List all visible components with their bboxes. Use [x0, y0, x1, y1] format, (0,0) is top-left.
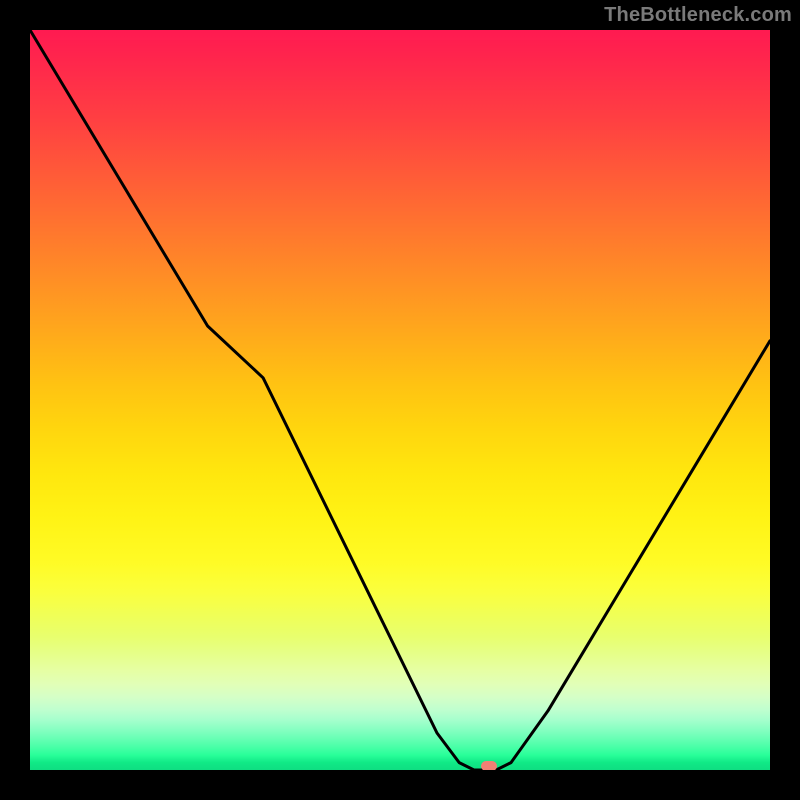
optimum-marker — [481, 761, 497, 770]
chart-lines — [30, 30, 770, 770]
plot-area — [30, 30, 770, 770]
watermark-text: TheBottleneck.com — [604, 4, 792, 27]
chart-canvas: TheBottleneck.com — [0, 0, 800, 800]
bottleneck-curve — [30, 30, 770, 770]
